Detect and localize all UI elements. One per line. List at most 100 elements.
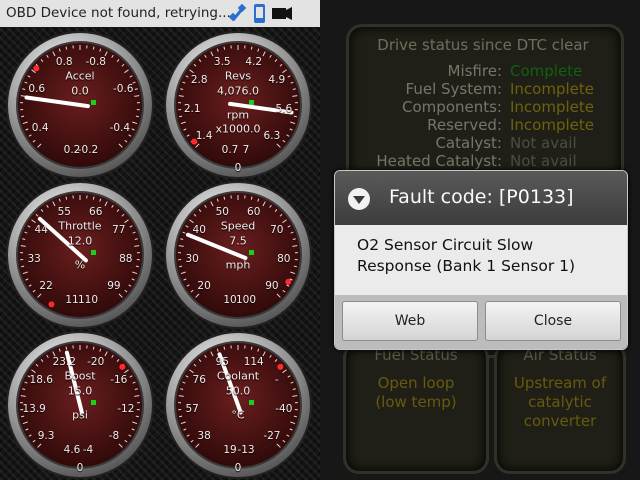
gauge-tick-label: 55 — [57, 205, 71, 218]
gauge-tick-mark — [179, 115, 183, 118]
gauge-tick-mark — [21, 115, 25, 118]
status-led — [91, 100, 96, 105]
gauge-name: Boost — [64, 369, 96, 383]
fault-code-dialog: Fault code: [P0133] O2 Sensor Circuit Sl… — [334, 170, 628, 350]
gauge-coolant: 95 114 76 - 57 -40 38 -27 19 -13 0 Coolant 50.0 °C — [163, 330, 313, 480]
gauge-tick-label: -0.6 — [112, 83, 134, 96]
gauge-tick-label: 7 — [242, 144, 250, 157]
gauge-tick-label: 0.8 — [55, 55, 73, 68]
dialog-header: Fault code: [P0133] — [335, 171, 627, 226]
web-button[interactable]: Web — [342, 301, 478, 341]
gauge-tick-label: 4.9 — [268, 74, 286, 87]
gauge-value: 50.0 — [225, 384, 251, 398]
redline-marker — [277, 363, 284, 370]
gauge-boost: 23.2 -20 18.6 -16 13.9 -12 9.3 -8 4.6 -4 0 Boost 15.… — [5, 330, 155, 480]
gauge-tick-label: 99 — [107, 280, 121, 293]
gauge-name: Speed — [220, 219, 256, 233]
gauge-tick-label: 60 — [247, 205, 261, 218]
gauge-name: Coolant — [216, 369, 260, 383]
gauge-tick-label: 30 — [185, 253, 199, 265]
gauge-throttle: 55 66 44 77 33 88 22 99 11 110 Throttle 12.0% — [5, 180, 155, 330]
gauge-tick-label: 44 — [34, 224, 48, 237]
gauge-tick-label: 5.6 — [275, 103, 293, 115]
gauge-tick-label: 4.2 — [245, 55, 263, 68]
gauge-value: 4,076.0 — [217, 84, 259, 98]
gauge-tick-label: 13.9 — [22, 403, 46, 415]
gauge-tick-label: -20 — [87, 355, 105, 368]
gauge-unit: rpm — [226, 108, 250, 122]
gauge-tick-label: 77 — [112, 224, 126, 237]
gauge-tick-mark — [135, 265, 139, 268]
redline-marker — [48, 301, 55, 308]
gauge-tick-label: 100 — [235, 294, 257, 307]
gauge-tick-mark — [92, 196, 95, 200]
status-led — [91, 250, 96, 255]
status-bar: OBD Device not found, retrying... — [0, 0, 320, 27]
gauge-unit: psi — [72, 408, 88, 422]
gauge-tick-mark — [92, 46, 95, 50]
gauge-tick-mark — [250, 196, 253, 200]
gauge-tick-label: -8 — [108, 430, 120, 443]
gauge-tick-mark — [179, 415, 183, 418]
close-button[interactable]: Close — [485, 301, 621, 341]
gauge-tick-label: -13 — [237, 444, 255, 457]
gauge-tick-label: 95 — [215, 355, 229, 368]
gauge-tick-mark — [223, 346, 226, 350]
gauge-value: 12.0 — [67, 234, 93, 248]
status-led — [249, 400, 254, 405]
gauge-tick-label: 22 — [39, 280, 53, 293]
gauge-tick-mark — [135, 415, 139, 418]
gauge-tick-label: 23.2 — [52, 355, 76, 368]
gauge-tick-mark — [223, 196, 226, 200]
gauge-value: 15.0 — [67, 384, 93, 398]
gauge-tick-label: 11 — [65, 294, 79, 307]
gauge-tick-mark — [293, 415, 297, 418]
gauge-tick-mark — [65, 46, 68, 50]
gauge-tick-label: 110 — [77, 294, 99, 307]
gauge-tick-label: 66 — [89, 205, 103, 218]
gauge-speed: 50 60 40 70 30 80 20 90 10 100 Speed 7.5 mph — [163, 180, 313, 330]
gauge-tick-label: -12 — [117, 403, 135, 415]
gauge-name: Accel — [65, 69, 95, 83]
gauge-tick-label: 76 — [192, 374, 206, 387]
gauge-tick-label: 10 — [223, 294, 237, 307]
gauge-tick-label: 114 — [243, 355, 264, 368]
gauge-tick-label: 0 — [234, 162, 242, 174]
redline-marker — [33, 65, 40, 72]
gauge-tick-label: 0.7 — [221, 144, 239, 157]
gauge-tick-label: 1.4 — [195, 130, 213, 143]
gauge-unit: °C — [231, 408, 245, 422]
camera-icon — [272, 7, 292, 20]
redline-marker — [285, 278, 292, 285]
gauge-tick-label: -4 — [82, 444, 94, 457]
gauge-value: 0.0 — [71, 84, 89, 98]
gauge-tick-label: -40 — [275, 403, 293, 415]
gauge-tick-label: 18.6 — [29, 374, 53, 387]
redline-marker — [119, 363, 126, 370]
gauge-tick-label: 0 — [76, 462, 84, 474]
chevron-down-circle-icon — [348, 188, 370, 210]
gauge-tick-label: 19 — [223, 444, 237, 457]
status-message: OBD Device not found, retrying... — [6, 5, 231, 21]
gauge-tick-label: -0.8 — [85, 55, 106, 68]
phone-icon — [254, 4, 265, 23]
gauge-tick-label: 4.6 — [63, 444, 81, 457]
gauge-tick-mark — [135, 115, 139, 118]
gauge-unit: mph — [225, 258, 251, 272]
gauge-tick-mark — [250, 46, 253, 50]
dialog-message-line1: O2 Sensor Circuit Slow — [357, 236, 534, 254]
dialog-message-line2: Response (Bank 1 Sensor 1) — [357, 257, 576, 275]
gauge-tick-label: -27 — [263, 430, 281, 443]
gauge-accel: 0.8 -0.8 0.6 -0.6 0.4 -0.4 0.2 -0.2 Accel 0.0 — [5, 30, 155, 180]
gauge-tick-mark — [65, 346, 68, 350]
gauge-tick-label: 0 — [234, 462, 242, 474]
gauge-tick-label: 90 — [265, 280, 279, 293]
dialog-title: Fault code: [P0133] — [389, 186, 574, 208]
gauge-tick-label: 80 — [277, 253, 291, 265]
gauge-tick-mark — [293, 115, 297, 118]
gauge-tick-label: 40 — [192, 224, 206, 237]
gauge-tick-mark — [92, 346, 95, 350]
gauge-tick-label: -0.2 — [77, 144, 99, 157]
gauge-tick-label: 88 — [119, 253, 133, 265]
gauge-tick-mark — [293, 265, 297, 268]
